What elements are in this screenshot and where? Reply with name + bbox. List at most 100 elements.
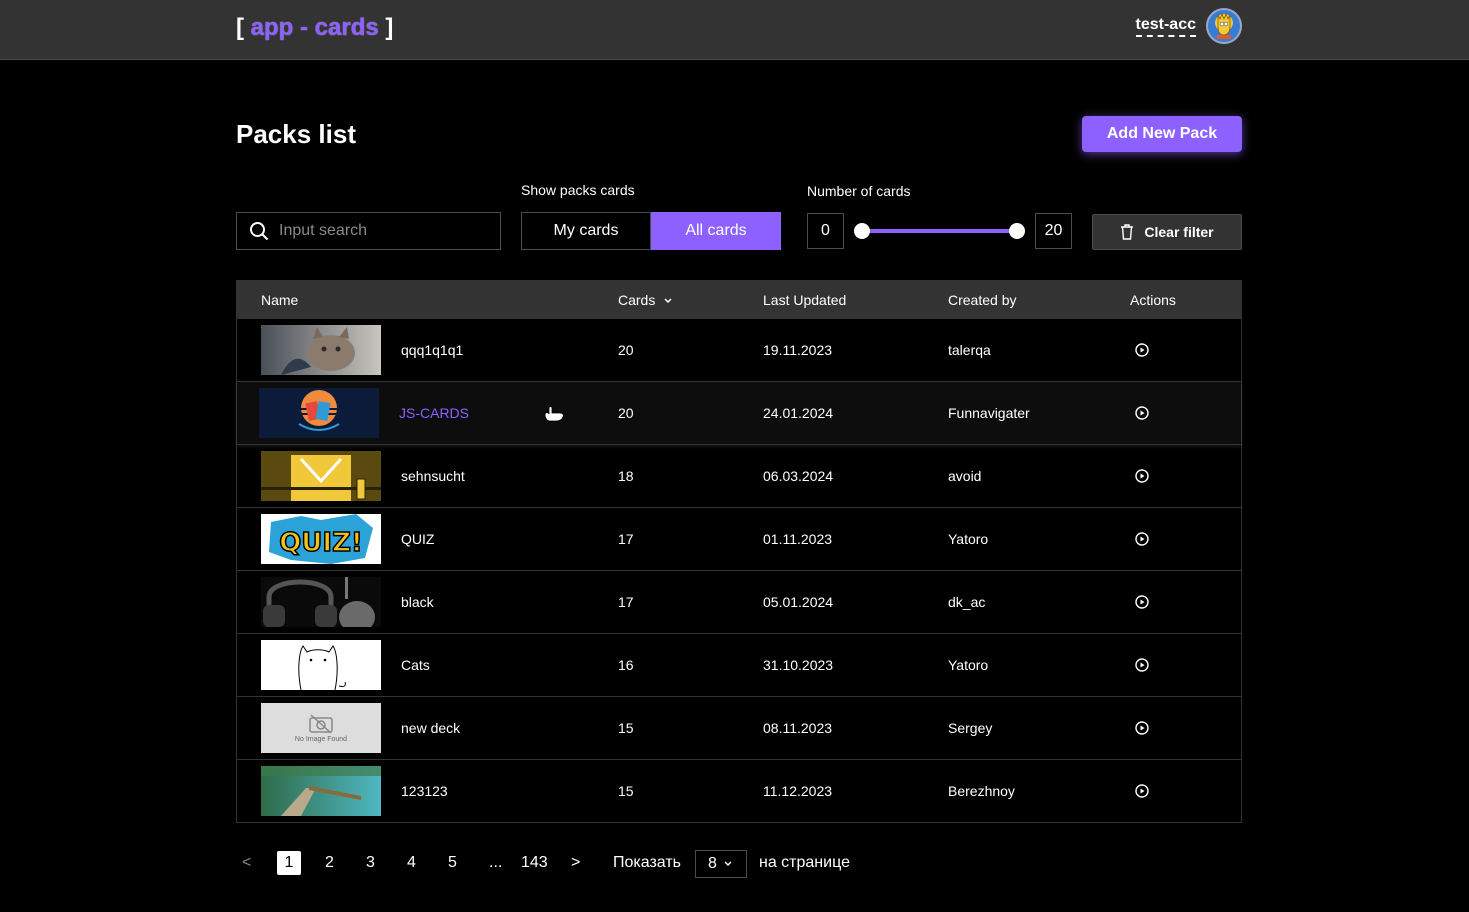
pack-cards-count: 16: [618, 657, 634, 673]
pack-name[interactable]: Cats: [401, 657, 430, 673]
all-cards-tab[interactable]: All cards: [651, 212, 781, 250]
play-icon[interactable]: [1135, 469, 1149, 483]
app-header: [ app - cards ] test-acc: [0, 0, 1469, 60]
table-row[interactable]: 123123 15 11.12.2023 Berezhnoy: [237, 759, 1241, 822]
page-2-button[interactable]: 2: [325, 851, 334, 875]
table-header: Name Cards Last Updated Created by Actio…: [237, 281, 1241, 318]
pack-name[interactable]: black: [401, 594, 434, 610]
headphones-image: [261, 577, 381, 627]
prev-page-button[interactable]: <: [242, 851, 251, 875]
avatar[interactable]: [1206, 8, 1242, 44]
pack-last-updated: 19.11.2023: [763, 342, 833, 358]
per-page-suffix: на странице: [759, 854, 850, 871]
search-field[interactable]: [236, 212, 501, 250]
play-icon[interactable]: [1135, 406, 1149, 420]
pack-thumbnail: [261, 577, 381, 627]
play-icon[interactable]: [1135, 721, 1149, 735]
pack-cards-count: 20: [618, 342, 634, 358]
number-of-cards-label: Number of cards: [807, 183, 911, 199]
header-name[interactable]: Name: [261, 292, 298, 308]
per-page-select[interactable]: 8: [695, 850, 747, 878]
header-actions: Actions: [1130, 292, 1176, 308]
page-4-button[interactable]: 4: [407, 851, 416, 875]
table-row[interactable]: No Image Found new deck 15 08.11.2023 Se…: [237, 696, 1241, 759]
play-icon[interactable]: [1135, 595, 1149, 609]
max-cards-value: 20: [1035, 213, 1072, 249]
play-icon[interactable]: [1135, 532, 1149, 546]
clear-filter-label: Clear filter: [1144, 224, 1214, 240]
cards-sunset-image: [259, 388, 379, 438]
table-row[interactable]: black 17 05.01.2024 dk_ac: [237, 570, 1241, 633]
pack-created-by: talerqa: [948, 342, 991, 358]
cards-range-slider[interactable]: [862, 229, 1017, 233]
page-5-button[interactable]: 5: [448, 851, 457, 875]
pack-cards-count: 15: [618, 783, 634, 799]
table-row[interactable]: QUIZ! QUIZ 17 01.11.2023 Yatoro: [237, 507, 1241, 570]
header-created-by[interactable]: Created by: [948, 292, 1016, 308]
pack-thumbnail: [261, 766, 381, 816]
pack-name[interactable]: JS-CARDS: [399, 405, 469, 421]
table-row[interactable]: JS-CARDS 20 24.01.2024 Funnavigater: [237, 381, 1241, 444]
username[interactable]: test-acc: [1135, 16, 1196, 37]
pack-cards-count: 20: [618, 405, 634, 421]
pack-name[interactable]: sehnsucht: [401, 468, 465, 484]
play-icon[interactable]: [1135, 343, 1149, 357]
search-input[interactable]: [279, 222, 479, 240]
pack-last-updated: 06.03.2024: [763, 468, 834, 484]
logo-text: app - cards: [250, 14, 379, 41]
pack-cards-count: 17: [618, 594, 634, 610]
cat-drawing-image: [261, 640, 381, 690]
logo-bracket-open: [: [236, 14, 244, 41]
pack-created-by: dk_ac: [948, 594, 986, 610]
trash-icon: [1121, 224, 1134, 240]
pack-cards-count: 15: [618, 720, 634, 736]
add-new-pack-button[interactable]: Add New Pack: [1082, 116, 1242, 152]
header-cards[interactable]: Cards: [618, 292, 673, 308]
cat-photo-image: [261, 325, 381, 375]
pack-thumbnail: [261, 325, 381, 375]
pack-name[interactable]: qqq1q1q1: [401, 342, 463, 358]
packs-table: Name Cards Last Updated Created by Actio…: [236, 280, 1242, 823]
play-icon[interactable]: [1135, 784, 1149, 798]
slider-max-handle[interactable]: [1009, 223, 1025, 239]
page-1-button[interactable]: 1: [277, 851, 301, 875]
pack-name[interactable]: 123123: [401, 783, 448, 799]
pack-created-by: avoid: [948, 468, 982, 484]
packs-toggle-group: My cards All cards: [521, 212, 781, 250]
per-page-label: Показать: [613, 854, 682, 871]
show-packs-label: Show packs cards: [521, 182, 635, 198]
header-cards-label: Cards: [618, 292, 656, 308]
min-cards-value: 0: [807, 213, 844, 249]
page-title: Packs list: [236, 119, 356, 149]
play-icon[interactable]: [1135, 658, 1149, 672]
no-image-icon: [309, 713, 333, 734]
table-row[interactable]: sehnsucht 18 06.03.2024 avoid: [237, 444, 1241, 507]
chevron-down-icon: [724, 861, 732, 867]
pack-cards-count: 17: [618, 531, 634, 547]
table-row[interactable]: qqq1q1q1 20 19.11.2023 talerqa: [237, 318, 1241, 381]
pack-created-by: Yatoro: [948, 531, 989, 547]
user-menu[interactable]: test-acc: [1135, 8, 1242, 44]
pack-created-by: Berezhnoy: [948, 783, 1015, 799]
quiz-comic-image: QUIZ!: [261, 514, 381, 564]
pack-last-updated: 31.10.2023: [763, 657, 834, 673]
landscape-image: [261, 766, 381, 816]
pack-name[interactable]: QUIZ: [401, 531, 434, 547]
per-page-value: 8: [708, 855, 717, 872]
no-image-text: No Image Found: [294, 735, 348, 743]
my-cards-tab[interactable]: My cards: [521, 212, 651, 250]
next-page-button[interactable]: >: [571, 851, 580, 875]
pack-thumbnail: [261, 451, 381, 501]
app-logo[interactable]: [ app - cards ]: [236, 14, 393, 42]
page-last-button[interactable]: 143: [521, 851, 548, 875]
pagination-ellipsis: ...: [489, 854, 503, 871]
header-last-updated[interactable]: Last Updated: [763, 292, 846, 308]
pack-last-updated: 11.12.2023: [763, 783, 833, 799]
pack-thumbnail: [259, 388, 379, 438]
simpson-avatar-icon: [1217, 13, 1231, 39]
pack-name[interactable]: new deck: [401, 720, 460, 736]
slider-min-handle[interactable]: [854, 223, 870, 239]
page-3-button[interactable]: 3: [366, 851, 375, 875]
clear-filter-button[interactable]: Clear filter: [1092, 214, 1242, 250]
table-row[interactable]: Cats 16 31.10.2023 Yatoro: [237, 633, 1241, 696]
